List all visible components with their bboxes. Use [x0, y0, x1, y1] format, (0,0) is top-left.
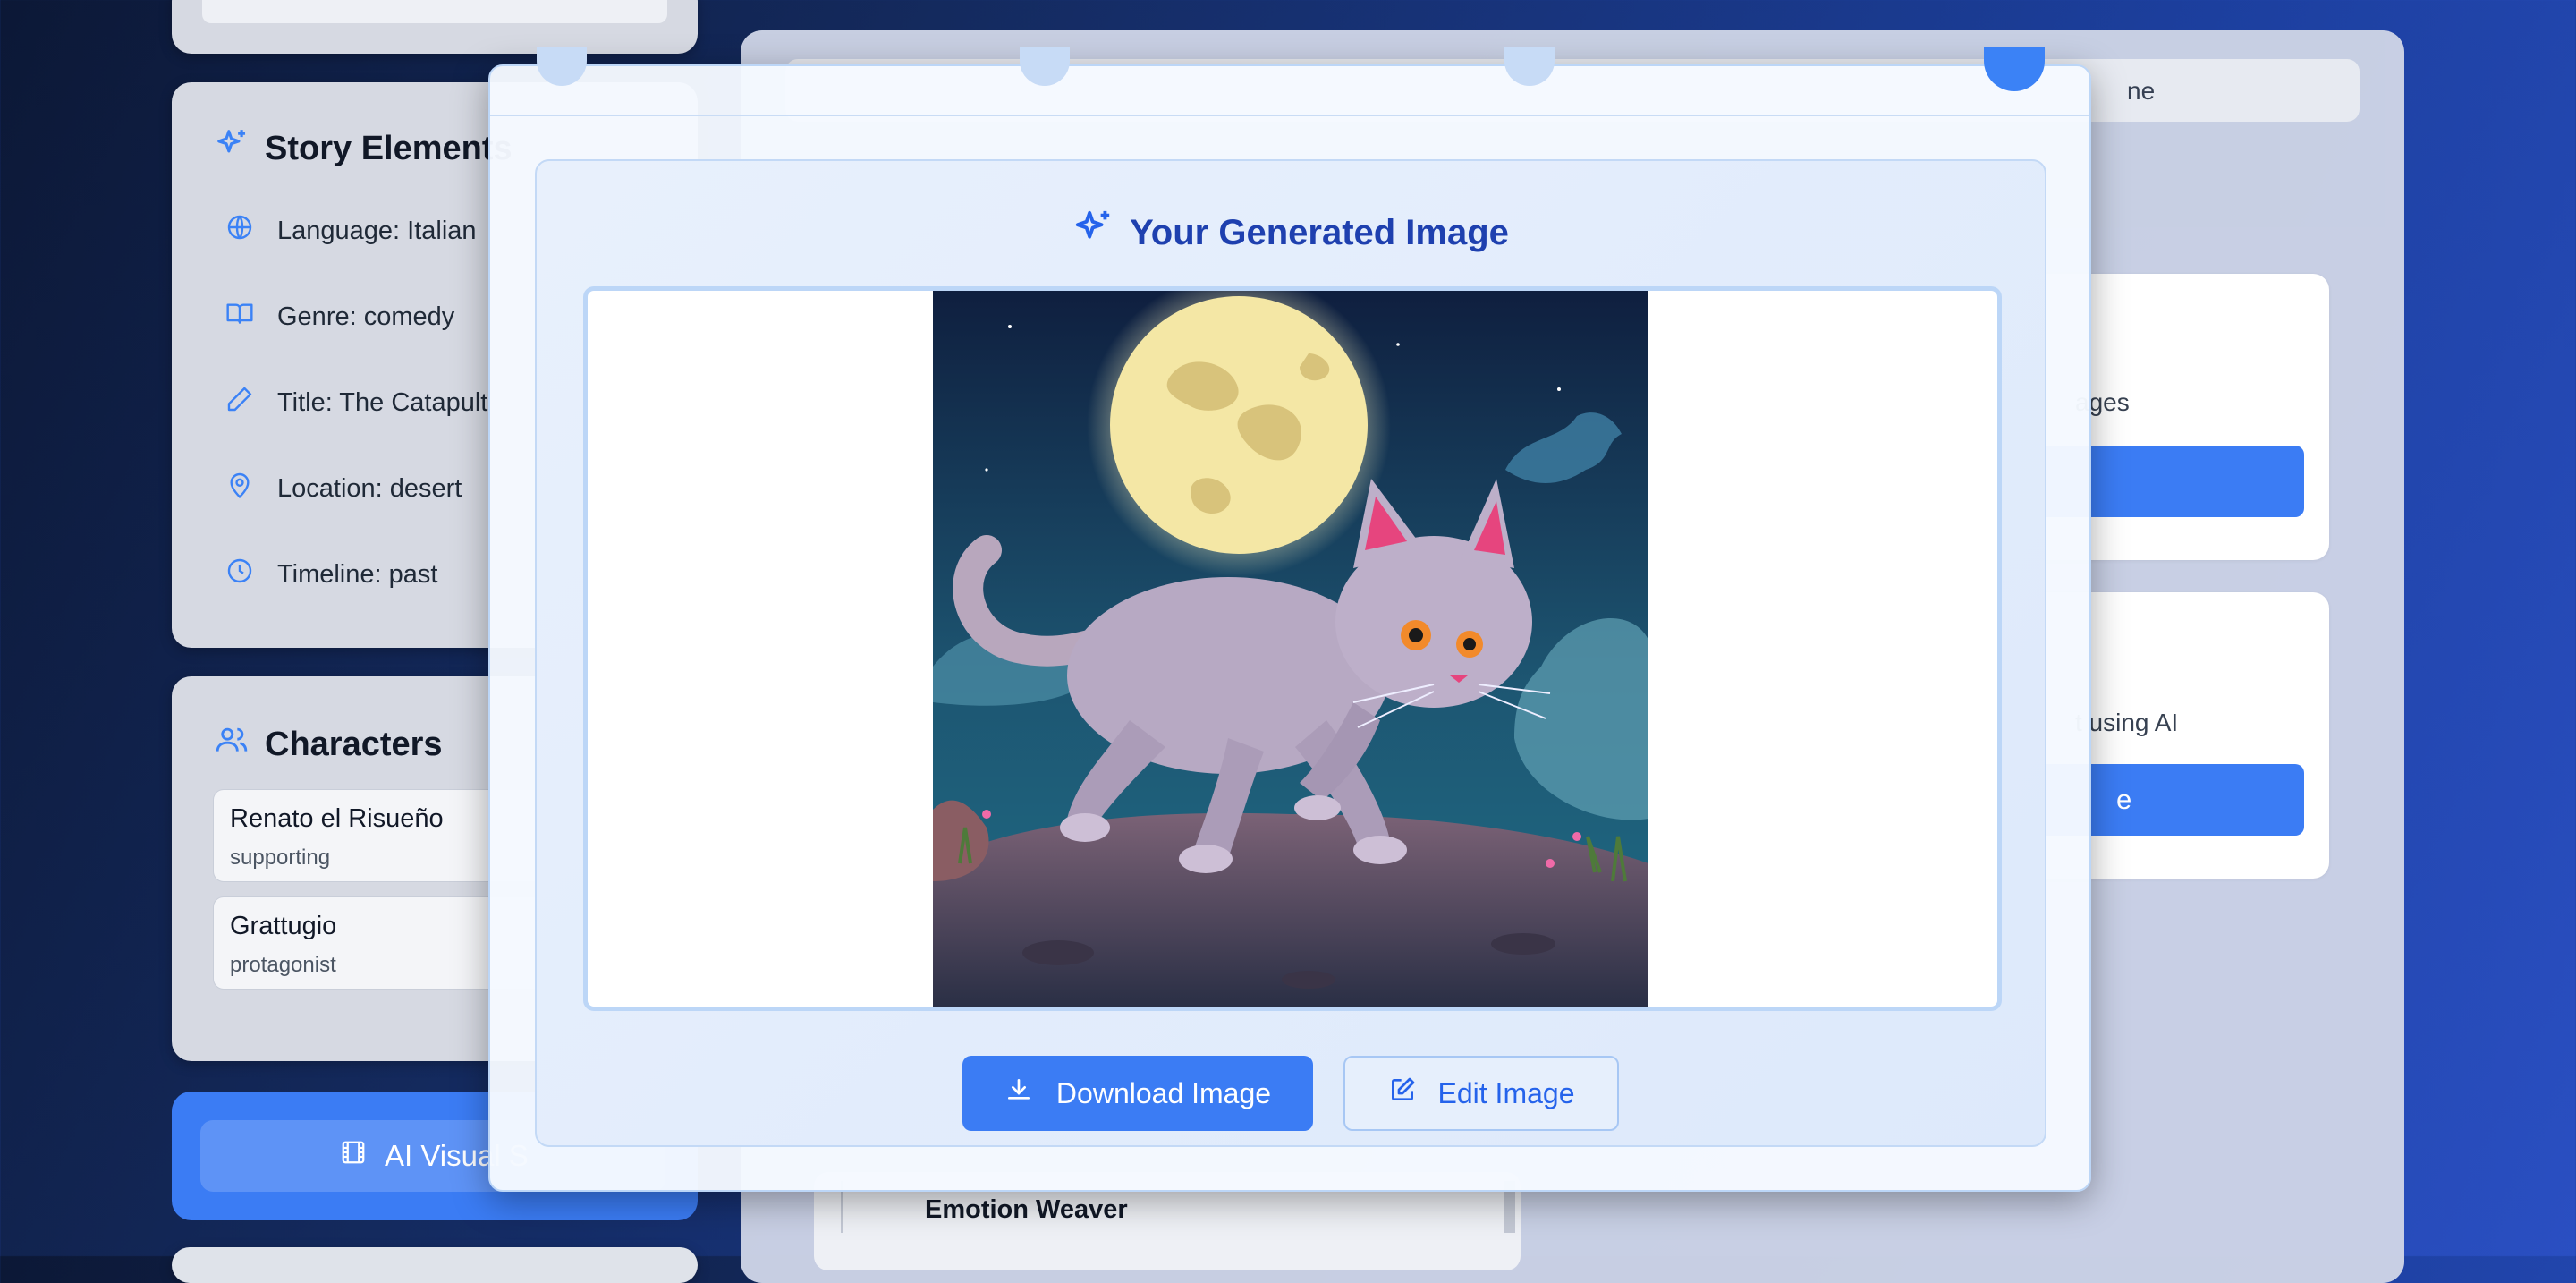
- step-indicator[interactable]: [1504, 47, 1555, 86]
- globe-icon: [225, 213, 254, 249]
- character-role: supporting: [230, 845, 331, 870]
- characters-heading: Characters: [215, 723, 443, 766]
- generated-image-title: Your Generated Image: [1130, 212, 1509, 252]
- step-indicator[interactable]: [537, 47, 587, 86]
- image-actions: Download Image Edit Image: [537, 1056, 2045, 1131]
- users-icon: [215, 723, 249, 766]
- generated-image-modal: Your Generated Image Download Image Edit…: [488, 47, 2091, 1192]
- element-language: Language: Italian: [225, 213, 477, 249]
- bottom-card-stub: [172, 1247, 698, 1283]
- top-card-input: [202, 0, 667, 23]
- right-top-text: ne: [2127, 77, 2156, 105]
- edit-image-button[interactable]: Edit Image: [1343, 1056, 1619, 1131]
- modal-step-header: [490, 47, 2089, 116]
- step-indicator[interactable]: [1020, 47, 1070, 86]
- element-location-text: Location: desert: [277, 473, 462, 503]
- sparkles-icon: [215, 127, 249, 170]
- download-image-label: Download Image: [1055, 1076, 1272, 1109]
- element-timeline: Timeline: past: [225, 557, 437, 592]
- element-title-text: Title: The Catapult: [277, 387, 488, 417]
- step-indicator-active[interactable]: [1984, 47, 2045, 91]
- characters-title: Characters: [265, 725, 443, 763]
- download-icon: [1004, 1075, 1033, 1111]
- ai-tool-button-label: e: [2116, 784, 2132, 815]
- element-language-text: Language: Italian: [277, 216, 477, 245]
- book-open-icon: [225, 299, 254, 335]
- edit-image-label: Edit Image: [1437, 1076, 1575, 1109]
- top-card-stub: [172, 0, 698, 54]
- map-pin-icon: [225, 471, 254, 506]
- character-name: Renato el Risueño: [230, 804, 444, 833]
- sparkles-icon: [1072, 208, 1114, 258]
- pen-icon: [225, 385, 254, 421]
- character-role: protagonist: [230, 953, 336, 977]
- story-elements-title: Story Elements: [265, 129, 513, 167]
- character-name: Grattugio: [230, 912, 337, 940]
- generated-image-frame: [583, 286, 2002, 1011]
- edit-icon: [1388, 1075, 1417, 1111]
- story-elements-heading: Story Elements: [215, 127, 513, 170]
- element-title: Title: The Catapult: [225, 385, 487, 421]
- generated-image-heading: Your Generated Image: [537, 208, 2045, 258]
- element-timeline-text: Timeline: past: [277, 559, 438, 589]
- element-location: Location: desert: [225, 471, 462, 506]
- element-genre-text: Genre: comedy: [277, 302, 455, 331]
- emotion-weaver-label: Emotion Weaver: [925, 1195, 1128, 1224]
- generated-image: [933, 291, 1648, 1007]
- clock-icon: [225, 557, 254, 592]
- film-icon: [340, 1139, 367, 1173]
- download-image-button[interactable]: Download Image: [962, 1056, 1313, 1131]
- element-genre: Genre: comedy: [225, 299, 454, 335]
- generated-image-panel: Your Generated Image Download Image Edit…: [535, 159, 2046, 1147]
